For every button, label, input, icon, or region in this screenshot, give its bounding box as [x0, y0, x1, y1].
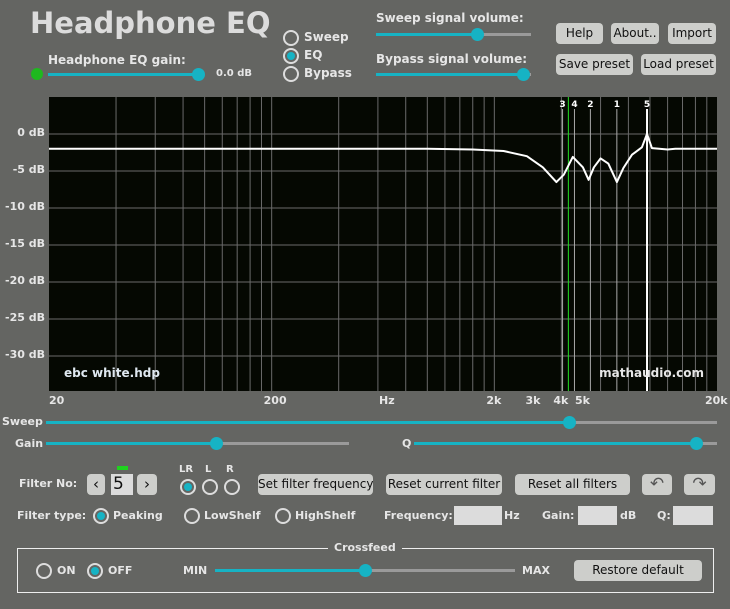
x-tick-label: 200 [263, 394, 287, 407]
filter-no-label: Filter No: [19, 477, 78, 490]
filter-type-label: Filter type: [17, 509, 87, 522]
next-filter-button[interactable]: › [137, 474, 157, 495]
status-indicator [31, 68, 43, 80]
preset-name: ebc white.hdp [64, 366, 160, 380]
filter-marker-label[interactable]: 3 [559, 100, 565, 110]
y-tick-label: -25 dB [5, 311, 45, 324]
bypass-volume-slider[interactable] [376, 68, 531, 81]
eq-gain-label: Headphone EQ gain: [48, 53, 186, 67]
mode-radio-eq[interactable] [283, 48, 299, 64]
crossfeed-min-label: MIN [183, 564, 208, 577]
mode-label-bypass: Bypass [304, 66, 352, 80]
x-tick-label: 3k [525, 394, 541, 407]
filter-marker-label[interactable]: 1 [614, 100, 620, 110]
undo-icon[interactable]: ↶ [642, 474, 672, 495]
set-filter-frequency-button[interactable]: Set filter frequency [258, 474, 373, 495]
app-title: Headphone EQ [30, 6, 271, 40]
crossfeed-on-label: ON [57, 564, 76, 577]
frequency-label: Frequency: [384, 509, 453, 522]
reset-all-filters-button[interactable]: Reset all filters [515, 474, 630, 495]
gain-slider[interactable] [46, 437, 349, 450]
sweep-volume-label: Sweep signal volume: [376, 11, 524, 25]
channel-label-l: L [205, 464, 212, 475]
mode-label-sweep: Sweep [304, 30, 349, 44]
prev-filter-button[interactable]: ‹ [87, 474, 105, 495]
y-tick-label: -15 dB [5, 237, 45, 250]
filter-type-radio-peaking[interactable] [93, 508, 109, 524]
channel-label-r: R [226, 464, 234, 475]
sweep-slider[interactable] [46, 416, 717, 429]
filter-type-radio-lowshelf[interactable] [184, 508, 200, 524]
sweep-volume-slider[interactable] [376, 28, 531, 41]
reset-current-filter-button[interactable]: Reset current filter [386, 474, 502, 495]
y-tick-label: -10 dB [5, 200, 45, 213]
filter-marker-label[interactable]: 2 [587, 100, 593, 110]
eq-gain-slider[interactable] [48, 68, 205, 81]
bypass-volume-label: Bypass signal volume: [376, 52, 528, 66]
x-tick-label: 5k [574, 394, 590, 407]
redo-icon[interactable]: ↷ [684, 474, 715, 495]
save-preset-button[interactable]: Save preset [556, 54, 633, 75]
y-tick-label: -5 dB [12, 163, 45, 176]
sweep-label: Sweep [2, 415, 43, 428]
eq-gain-value: 0.0 dB [216, 68, 252, 79]
filter-type-radio-highshelf[interactable] [275, 508, 291, 524]
frequency-input[interactable] [454, 506, 502, 525]
frequency-unit: Hz [504, 509, 520, 522]
crossfeed-off-radio[interactable] [87, 563, 103, 579]
help-button[interactable]: Help [556, 23, 603, 44]
gain-label: Gain [15, 437, 44, 450]
x-tick-label: 2k [486, 394, 502, 407]
channel-radio-r[interactable] [224, 479, 240, 495]
x-unit-label: Hz [379, 394, 395, 407]
x-tick-label: 4k [553, 394, 569, 407]
y-tick-label: 0 dB [17, 126, 45, 139]
mode-radio-sweep[interactable] [283, 30, 299, 46]
filter-marker-label[interactable]: 4 [571, 100, 577, 110]
mode-label-eq: EQ [304, 48, 323, 62]
import-button[interactable]: Import [668, 23, 716, 44]
filter-type-label-highshelf: HighShelf [295, 509, 356, 522]
y-tick-label: -20 dB [5, 274, 45, 287]
mode-radio-bypass[interactable] [283, 66, 299, 82]
filter-type-label-peaking: Peaking [113, 509, 163, 522]
channel-label-lr: LR [179, 464, 194, 475]
crossfeed-on-radio[interactable] [36, 563, 52, 579]
chart-canvas: 342 1 5 [49, 97, 717, 391]
channel-radio-lr[interactable] [180, 479, 196, 495]
q-label: Q [402, 437, 412, 450]
restore-default-button[interactable]: Restore default [574, 560, 702, 581]
gain-input[interactable] [578, 506, 617, 525]
x-tick-label: 20k [705, 394, 728, 407]
crossfeed-off-label: OFF [108, 564, 133, 577]
eq-response-chart[interactable]: 342 1 5 ebc white.hdp mathaudio.com [49, 97, 717, 391]
brand-label: mathaudio.com [599, 366, 704, 380]
about-button[interactable]: About.. [611, 23, 659, 44]
q-field-label: Q: [657, 509, 671, 522]
channel-radio-l[interactable] [202, 479, 218, 495]
filter-no-field[interactable]: 5 [111, 474, 133, 495]
load-preset-button[interactable]: Load preset [641, 54, 716, 75]
y-tick-label: -30 dB [5, 348, 45, 361]
crossfeed-slider[interactable] [215, 564, 515, 577]
filter-marker-label[interactable]: 5 [644, 100, 650, 110]
q-slider[interactable] [414, 437, 717, 450]
gain-field-label: Gain: [542, 509, 575, 522]
x-tick-label: 20 [49, 394, 65, 407]
crossfeed-title: Crossfeed [328, 541, 402, 554]
q-input[interactable] [673, 506, 713, 525]
filter-active-indicator [117, 466, 128, 470]
filter-type-label-lowshelf: LowShelf [204, 509, 261, 522]
gain-unit: dB [620, 509, 637, 522]
crossfeed-max-label: MAX [522, 564, 550, 577]
